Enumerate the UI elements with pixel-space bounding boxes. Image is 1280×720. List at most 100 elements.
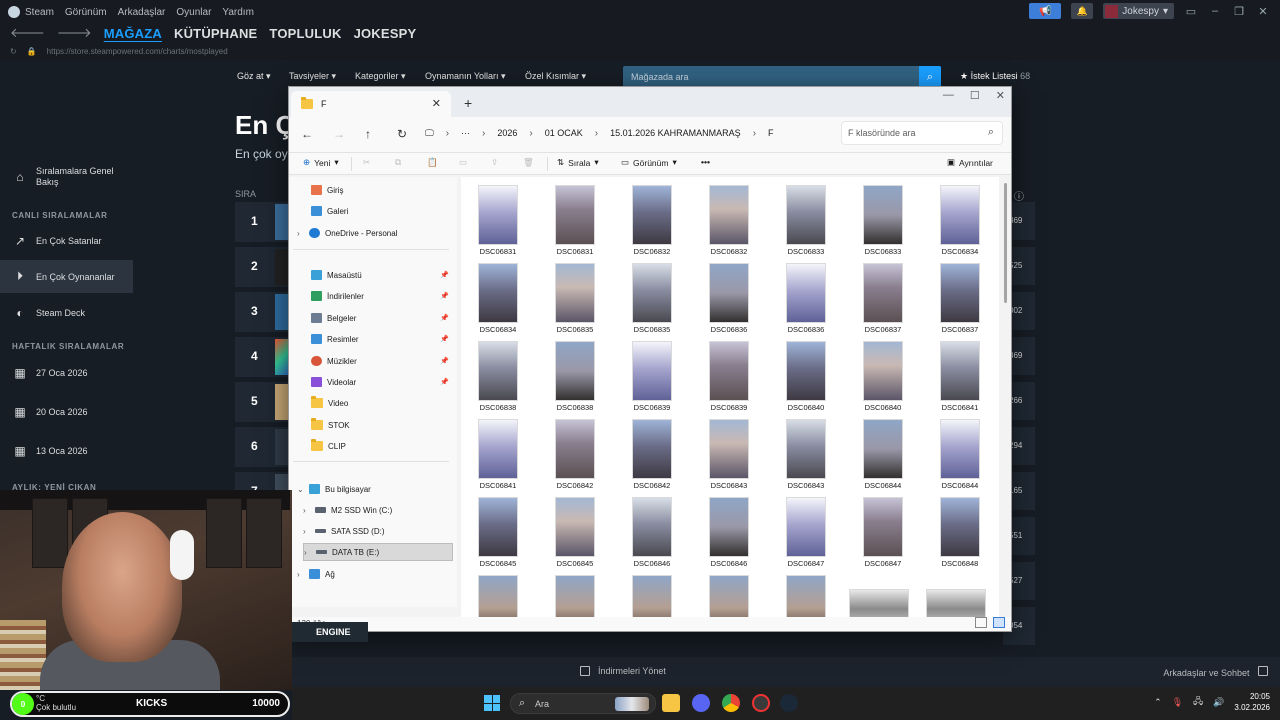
view-button[interactable]: ▭ Görünüm ▾ — [621, 157, 677, 168]
file-item[interactable]: DSC06846 — [616, 491, 688, 569]
copy-icon[interactable]: ⧉ — [395, 157, 401, 168]
file-item[interactable]: DSC06843 — [693, 413, 765, 491]
paste-icon[interactable]: 📋 — [427, 157, 438, 168]
file-item[interactable]: DSC06842 — [616, 413, 688, 491]
file-item[interactable]: DSC06841 — [462, 413, 534, 491]
close-icon[interactable]: ✕ — [996, 89, 1005, 102]
folder-search-box[interactable]: F klasöründe ara ⌕ — [841, 121, 1003, 145]
breadcrumb-item[interactable]: 2026 — [497, 128, 517, 138]
file-item[interactable]: DSC06836 — [770, 257, 842, 335]
rank-row[interactable]: 6 — [235, 427, 291, 467]
file-item[interactable]: DSC06831 — [462, 179, 534, 257]
announcement-button[interactable]: 📢 — [1029, 3, 1062, 19]
details-button[interactable]: ▣ Ayrıntılar — [947, 157, 993, 168]
tab-profile[interactable]: JOKESPY — [354, 26, 417, 41]
sidebar-item-week[interactable]: ▦ 20 Oca 2026 — [0, 399, 133, 425]
menu-steam[interactable]: Steam — [25, 7, 54, 18]
pin-icon[interactable]: 📌 — [440, 314, 449, 322]
file-item[interactable]: DSC06845 — [539, 491, 611, 569]
minimize-icon[interactable]: — — [943, 89, 954, 102]
menu-games[interactable]: Oyunlar — [176, 7, 211, 18]
pin-icon[interactable]: 📌 — [440, 292, 449, 300]
file-item[interactable]: DSC06832 — [616, 179, 688, 257]
nav-item-this-pc[interactable]: ⌄ Bu bilgisayar — [289, 480, 453, 498]
chevron-right-icon[interactable]: › — [303, 527, 311, 536]
chevron-up-icon[interactable]: ⌃ — [1154, 697, 1162, 708]
file-item[interactable]: DSC06837 — [847, 257, 919, 335]
rank-row[interactable]: 1 — [235, 202, 291, 242]
chevron-right-icon[interactable]: › — [297, 229, 305, 238]
microphone-icon[interactable]: 🎙 — [1172, 697, 1183, 708]
up-arrow-icon[interactable]: ↑ — [365, 127, 371, 141]
recording-app-icon[interactable] — [752, 694, 770, 712]
rank-row[interactable]: 4 — [235, 337, 291, 377]
pin-icon[interactable]: 📌 — [440, 378, 449, 386]
file-item[interactable]: DSC06847 — [847, 491, 919, 569]
store-search-box[interactable]: Mağazada ara ⌕ — [623, 66, 941, 88]
nav-item-drive-d[interactable]: › SATA SSD (D:) — [289, 522, 453, 540]
file-item[interactable]: DSC06840 — [770, 335, 842, 413]
reload-icon[interactable]: ↻ — [10, 47, 17, 56]
file-item[interactable]: DSC06839 — [616, 335, 688, 413]
explorer-tab[interactable]: F ✕ — [291, 91, 451, 117]
nav-item-home[interactable]: Giriş — [289, 181, 453, 199]
chevron-right-icon[interactable]: › — [297, 570, 305, 579]
file-item[interactable] — [616, 569, 688, 617]
close-tab-icon[interactable]: ✕ — [432, 97, 441, 110]
file-item[interactable] — [693, 569, 765, 617]
file-item[interactable] — [770, 569, 842, 617]
nav-item-onedrive[interactable]: › OneDrive - Personal — [289, 224, 453, 242]
taskbar-search-input[interactable]: Ara — [535, 699, 549, 709]
nav-item-pictures[interactable]: Resimler 📌 — [289, 330, 453, 348]
nav-item-documents[interactable]: Belgeler 📌 — [289, 309, 453, 327]
big-picture-icon[interactable]: ▭ — [1184, 5, 1198, 18]
help-icon[interactable]: ⓘ — [1014, 188, 1024, 203]
menu-view[interactable]: Görünüm — [65, 7, 107, 18]
chevron-right-icon[interactable]: › — [303, 506, 311, 515]
minimize-icon[interactable]: – — [1208, 5, 1222, 17]
file-item[interactable] — [847, 569, 919, 617]
rename-icon[interactable]: ▭ — [459, 157, 467, 168]
nav-item-videos[interactable]: Videolar 📌 — [289, 373, 453, 391]
rank-row[interactable]: 5 — [235, 382, 291, 422]
menu-help[interactable]: Yardım — [222, 7, 254, 18]
notifications-button[interactable]: 🔔 — [1071, 3, 1094, 19]
file-item[interactable]: DSC06835 — [616, 257, 688, 335]
menu-friends[interactable]: Arkadaşlar — [118, 7, 166, 18]
refresh-icon[interactable]: ↻ — [397, 127, 407, 141]
details-view-icon[interactable] — [975, 617, 987, 628]
nav-item-desktop[interactable]: Masaüstü 📌 — [289, 266, 453, 284]
large-icons-view-icon[interactable] — [993, 617, 1005, 628]
share-icon[interactable]: ⇪ — [491, 157, 498, 168]
back-arrow-icon[interactable]: 🡐 — [10, 25, 45, 41]
file-item[interactable]: DSC06838 — [539, 335, 611, 413]
file-item[interactable]: DSC06844 — [924, 413, 996, 491]
manage-downloads-button[interactable]: İndirmeleri Yönet — [580, 666, 666, 676]
windows-start-icon[interactable] — [484, 695, 500, 711]
chevron-right-icon[interactable]: › — [304, 548, 312, 557]
clock[interactable]: 20:05 3.02.2026 — [1234, 691, 1270, 713]
new-button[interactable]: ⊕ Yeni ▾ — [303, 157, 339, 168]
sidebar-item-overview[interactable]: ⌂ Sıralamalara Genel Bakış — [0, 164, 133, 190]
file-item[interactable] — [924, 569, 996, 617]
file-item[interactable]: DSC06843 — [770, 413, 842, 491]
file-item[interactable]: DSC06836 — [693, 257, 765, 335]
nav-item-drive-e[interactable]: › DATA TB (E:) — [303, 543, 453, 561]
file-item[interactable]: DSC06844 — [847, 413, 919, 491]
store-nav-browse[interactable]: Göz at ▾ — [237, 71, 271, 82]
sidebar-item-week[interactable]: ▦ 27 Oca 2026 — [0, 360, 133, 386]
nav-item-music[interactable]: Müzikler 📌 — [289, 352, 453, 370]
sort-button[interactable]: ⇅ Sırala ▾ — [557, 157, 599, 168]
file-item[interactable]: DSC06845 — [462, 491, 534, 569]
breadcrumb-item[interactable]: 01 OCAK — [545, 128, 583, 138]
this-pc-icon[interactable]: 🖵 — [425, 128, 434, 139]
taskbar-search[interactable]: ⌕ Ara — [510, 693, 656, 714]
file-item[interactable]: DSC06832 — [693, 179, 765, 257]
forward-arrow-icon[interactable]: 🡒 — [57, 25, 92, 41]
file-item[interactable]: DSC06834 — [462, 257, 534, 335]
forward-arrow-icon[interactable]: → — [333, 127, 345, 141]
nav-item-video-folder[interactable]: Video — [289, 394, 453, 412]
pin-icon[interactable]: 📌 — [440, 271, 449, 279]
file-item[interactable]: DSC06833 — [847, 179, 919, 257]
nav-item-gallery[interactable]: Galeri — [289, 202, 453, 220]
